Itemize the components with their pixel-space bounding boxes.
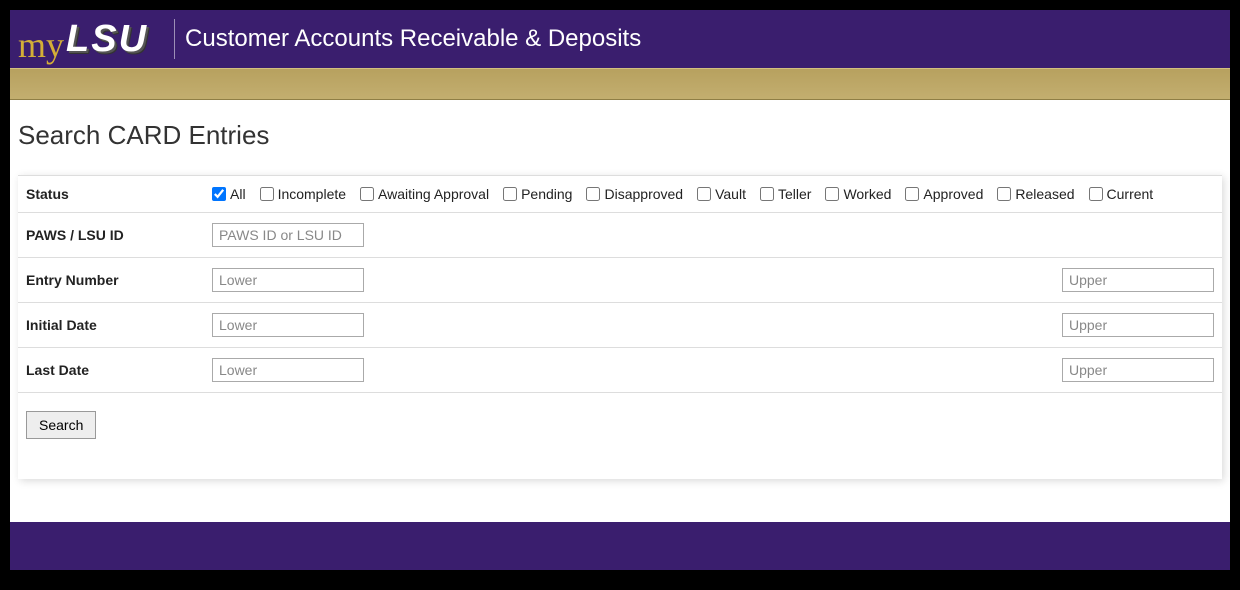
status-checkbox-vault[interactable] [697, 187, 711, 201]
status-option-label: Pending [521, 186, 572, 202]
status-option-approved[interactable]: Approved [905, 186, 983, 202]
row-initial-date: Initial Date [18, 303, 1222, 348]
status-checkbox-teller[interactable] [760, 187, 774, 201]
status-option-incomplete[interactable]: Incomplete [260, 186, 346, 202]
content-area: Search CARD Entries Status All Incomplete… [10, 100, 1230, 522]
label-status: Status [26, 186, 212, 202]
status-option-awaiting-approval[interactable]: Awaiting Approval [360, 186, 489, 202]
row-status: Status All Incomplete Awaiting Approval Pen… [18, 176, 1222, 213]
status-checkbox-pending[interactable] [503, 187, 517, 201]
gold-nav-band [10, 68, 1230, 100]
label-entry-number: Entry Number [26, 272, 212, 288]
row-entry-number: Entry Number [18, 258, 1222, 303]
status-option-disapproved[interactable]: Disapproved [586, 186, 683, 202]
status-option-teller[interactable]: Teller [760, 186, 811, 202]
status-checkbox-all[interactable] [212, 187, 226, 201]
status-option-label: Vault [715, 186, 746, 202]
search-form: Status All Incomplete Awaiting Approval Pen… [18, 175, 1222, 479]
status-option-label: All [230, 186, 246, 202]
entry-number-upper-input[interactable] [1062, 268, 1214, 292]
header-divider [174, 19, 175, 59]
label-initial-date: Initial Date [26, 317, 212, 333]
status-option-label: Released [1015, 186, 1074, 202]
initial-date-lower-input[interactable] [212, 313, 364, 337]
status-checkbox-awaiting-approval[interactable] [360, 187, 374, 201]
status-checkbox-group: All Incomplete Awaiting Approval Pending Dis… [212, 186, 1153, 202]
status-option-label: Worked [843, 186, 891, 202]
logo-my-text: my [18, 27, 64, 63]
status-option-label: Incomplete [278, 186, 346, 202]
status-option-label: Disapproved [604, 186, 683, 202]
search-button[interactable]: Search [26, 411, 96, 439]
status-option-label: Awaiting Approval [378, 186, 489, 202]
last-date-lower-input[interactable] [212, 358, 364, 382]
label-last-date: Last Date [26, 362, 212, 378]
label-paws-id: PAWS / LSU ID [26, 227, 212, 243]
status-checkbox-current[interactable] [1089, 187, 1103, 201]
status-option-vault[interactable]: Vault [697, 186, 746, 202]
status-checkbox-disapproved[interactable] [586, 187, 600, 201]
status-checkbox-approved[interactable] [905, 187, 919, 201]
paws-id-input[interactable] [212, 223, 364, 247]
footer-bar [10, 522, 1230, 570]
entry-number-lower-input[interactable] [212, 268, 364, 292]
status-option-label: Approved [923, 186, 983, 202]
header-title: Customer Accounts Receivable & Deposits [185, 25, 641, 53]
status-option-worked[interactable]: Worked [825, 186, 891, 202]
page-title: Search CARD Entries [18, 120, 1222, 151]
initial-date-upper-input[interactable] [1062, 313, 1214, 337]
header-bar: my LSU Customer Accounts Receivable & De… [10, 10, 1230, 68]
logo-lsu-text: LSU [66, 20, 148, 58]
status-checkbox-released[interactable] [997, 187, 1011, 201]
status-option-current[interactable]: Current [1089, 186, 1154, 202]
last-date-upper-input[interactable] [1062, 358, 1214, 382]
status-checkbox-worked[interactable] [825, 187, 839, 201]
app-window: my LSU Customer Accounts Receivable & De… [10, 10, 1230, 570]
status-option-released[interactable]: Released [997, 186, 1074, 202]
status-option-pending[interactable]: Pending [503, 186, 572, 202]
status-option-label: Teller [778, 186, 811, 202]
status-option-label: Current [1107, 186, 1154, 202]
row-paws-id: PAWS / LSU ID [18, 213, 1222, 258]
logo: my LSU [18, 20, 154, 58]
status-checkbox-incomplete[interactable] [260, 187, 274, 201]
status-option-all[interactable]: All [212, 186, 246, 202]
row-last-date: Last Date [18, 348, 1222, 393]
